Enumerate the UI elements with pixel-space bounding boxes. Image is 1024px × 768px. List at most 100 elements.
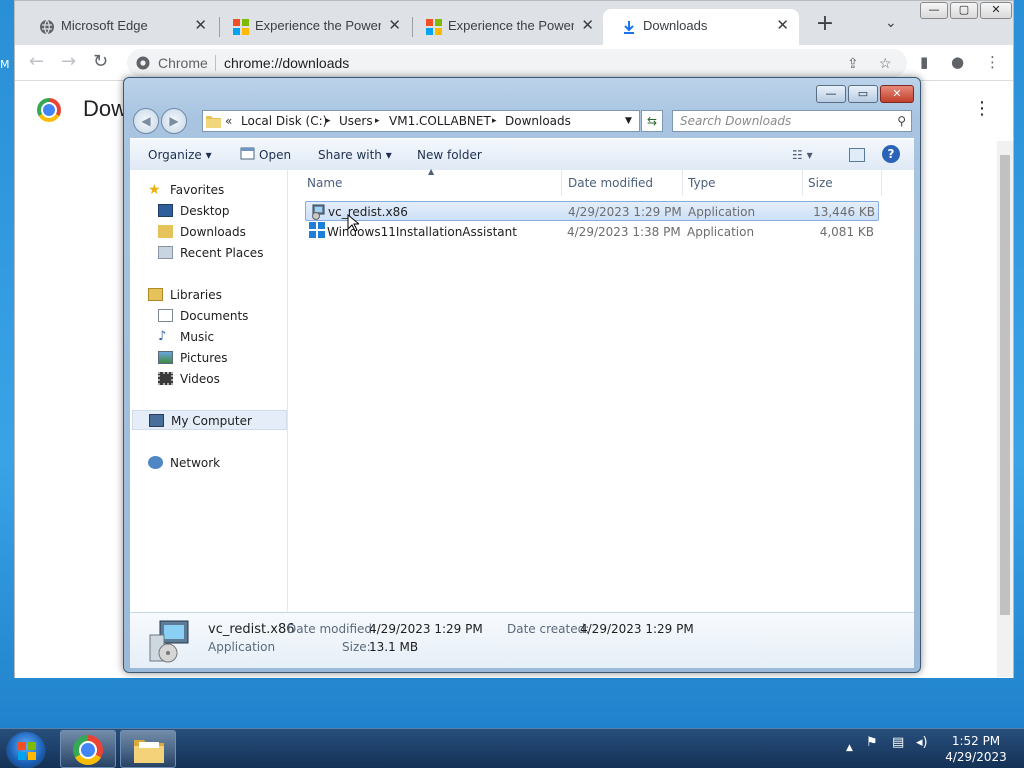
tab-search-icon[interactable]: ⌄	[885, 15, 897, 31]
installer-icon	[312, 204, 325, 220]
breadcrumb-separator-icon[interactable]: ▸	[375, 111, 380, 131]
file-type: Application	[687, 225, 755, 239]
globe-icon	[40, 19, 54, 35]
desktop-edge-text: M	[0, 58, 10, 71]
new-tab-button[interactable]: +	[810, 9, 840, 39]
breadcrumb-vm1[interactable]: VM1.COLLABNET	[389, 111, 491, 131]
tab-close-icon[interactable]: ✕	[776, 9, 789, 43]
explorer-minimize-button[interactable]: —	[816, 85, 846, 103]
page-scrollbar[interactable]	[997, 141, 1013, 677]
details-file-kind: Application	[208, 640, 276, 654]
omnibox[interactable]: Chrome chrome://downloads ⇪ ☆	[127, 49, 907, 77]
explorer-close-button[interactable]: ✕	[880, 85, 914, 103]
breadcrumb-separator-icon[interactable]: ▸	[492, 111, 497, 131]
search-icon[interactable]: ⚲	[897, 111, 906, 131]
preview-pane-icon[interactable]	[849, 148, 865, 162]
forward-icon[interactable]: →	[61, 51, 76, 72]
tab-downloads[interactable]: Downloads ✕	[603, 9, 799, 45]
chrome-site-icon	[136, 56, 150, 70]
file-row-windows11-assistant[interactable]: Windows11InstallationAssistant 4/29/2023…	[305, 222, 879, 242]
breadcrumb-overflow[interactable]: «	[225, 111, 232, 131]
clock-time: 1:52 PM	[951, 734, 1001, 748]
search-input[interactable]: Search Downloads ⚲	[672, 110, 912, 132]
browser-toolbar: ← → ↻ Chrome chrome://downloads ⇪ ☆ ▮ ● …	[15, 45, 1013, 81]
file-date: 4/29/2023 1:29 PM	[568, 205, 682, 219]
address-dropdown-icon[interactable]: ▼	[625, 111, 632, 131]
downloads-folder-icon	[158, 225, 173, 238]
help-icon[interactable]: ?	[882, 145, 900, 163]
breadcrumb-downloads[interactable]: Downloads	[505, 111, 571, 131]
chrome-logo-icon	[73, 735, 103, 765]
open-app-icon	[240, 147, 255, 160]
nav-my-computer[interactable]: My Computer	[132, 410, 287, 430]
network-icon	[148, 456, 163, 469]
system-clock[interactable]: 1:52 PM 4/29/2023	[940, 733, 1012, 765]
tab-title: Experience the Power of	[255, 18, 381, 33]
taskbar-explorer-button[interactable]	[120, 730, 176, 768]
omnibox-url: chrome://downloads	[224, 55, 350, 71]
tab-title: Experience the Power of	[448, 18, 574, 33]
breadcrumb-separator-icon[interactable]: ▸	[326, 111, 331, 131]
windows-flag-icon	[18, 742, 36, 760]
show-hidden-icons[interactable]: ▲	[846, 743, 853, 753]
profile-icon[interactable]: ●	[951, 53, 964, 71]
page-title: Downloads	[83, 96, 123, 121]
reload-icon[interactable]: ↻	[93, 51, 108, 72]
change-view-icon[interactable]: ☷ ▾	[792, 148, 813, 162]
network-status-icon[interactable]: ▤	[892, 735, 904, 750]
bookmark-star-icon[interactable]: ☆	[879, 49, 892, 77]
share-with-button[interactable]: Share with ▾	[318, 148, 392, 162]
breadcrumb-users[interactable]: Users	[339, 111, 373, 131]
taskbar-chrome-button[interactable]	[60, 730, 116, 768]
side-panel-icon[interactable]: ▮	[920, 53, 928, 71]
open-button[interactable]: Open	[240, 147, 291, 162]
pictures-icon	[158, 351, 173, 364]
taskbar: ▲ ⚑ ▤ ◂) 1:52 PM 4/29/2023	[0, 728, 1024, 768]
file-name: vc_redist.x86	[328, 205, 408, 219]
tab-experience-power-1[interactable]: Experience the Power of ✕	[215, 9, 411, 45]
organize-button[interactable]: Organize ▾	[148, 148, 212, 162]
back-button[interactable]: ◀	[133, 108, 159, 134]
mouse-cursor-icon	[347, 214, 359, 232]
refresh-icon[interactable]: ⇆	[641, 110, 663, 132]
tab-strip: Microsoft Edge ✕ Experience the Power of…	[15, 1, 1013, 45]
volume-icon[interactable]: ◂)	[916, 735, 928, 750]
libraries-icon	[148, 288, 163, 301]
file-type: Application	[688, 205, 756, 219]
column-size[interactable]: Size	[808, 176, 833, 190]
tab-close-icon[interactable]: ✕	[194, 9, 207, 43]
start-button[interactable]	[6, 731, 46, 768]
close-button[interactable]: ✕	[980, 2, 1012, 19]
address-bar[interactable]: « Local Disk (C:) ▸ Users ▸ VM1.COLLABNE…	[202, 110, 640, 132]
back-icon[interactable]: ←	[29, 51, 44, 72]
command-bar: Organize ▾ Open Share with ▾ New folder …	[130, 138, 914, 170]
minimize-button[interactable]: —	[920, 2, 948, 19]
new-folder-button[interactable]: New folder	[417, 148, 482, 162]
navigation-pane: ★ Favorites Desktop Downloads Recent Plac…	[130, 170, 288, 612]
column-type[interactable]: Type	[688, 176, 716, 190]
tab-microsoft-edge[interactable]: Microsoft Edge ✕	[21, 9, 217, 45]
file-row-vc-redist[interactable]: vc_redist.x86 4/29/2023 1:29 PM Applicat…	[305, 201, 879, 221]
action-center-icon[interactable]: ⚑	[866, 735, 878, 750]
share-icon[interactable]: ⇪	[847, 49, 859, 77]
details-pane: vc_redist.x86 Application Date modified:…	[130, 612, 914, 668]
maximize-button[interactable]: ▢	[950, 2, 978, 19]
videos-icon	[158, 372, 173, 385]
explorer-maximize-button[interactable]: ▭	[848, 85, 878, 103]
folder-icon	[134, 740, 164, 763]
column-date-modified[interactable]: Date modified	[568, 176, 653, 190]
page-menu-icon[interactable]: ⋮	[973, 98, 991, 119]
breadcrumb-local-disk[interactable]: Local Disk (C:)	[241, 111, 327, 131]
microsoft-logo-icon	[233, 19, 249, 35]
chrome-menu-icon[interactable]: ⋮	[985, 53, 1000, 71]
windows-logo-icon	[309, 222, 325, 238]
forward-button[interactable]: ▶	[161, 108, 187, 134]
details-date-modified-label: Date modified:	[287, 622, 377, 636]
omnibox-label: Chrome	[158, 55, 208, 71]
column-name[interactable]: Name	[307, 176, 342, 190]
tab-close-icon[interactable]: ✕	[581, 9, 594, 43]
explorer-window: — ▭ ✕ ◀ ▶ « Local Disk (C:) ▸ Users ▸ VM…	[123, 77, 921, 673]
tab-experience-power-2[interactable]: Experience the Power of ✕	[408, 9, 604, 45]
documents-icon	[158, 309, 173, 322]
tab-close-icon[interactable]: ✕	[388, 9, 401, 43]
